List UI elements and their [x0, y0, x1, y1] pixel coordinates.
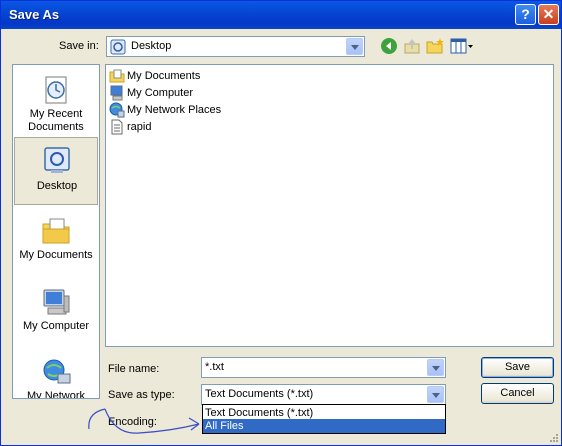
new-folder-icon[interactable]: [426, 37, 444, 55]
resize-grip-icon[interactable]: [549, 433, 559, 443]
place-my-documents[interactable]: My Documents: [14, 209, 98, 277]
place-label: Desktop: [36, 180, 78, 192]
file-name: My Documents: [127, 70, 201, 82]
save-as-dialog: Save As ? ✕ Save in: Desktop My Recent D…: [0, 0, 562, 446]
title-bar[interactable]: Save As ? ✕: [1, 1, 561, 29]
save-as-type-select[interactable]: Text Documents (*.txt): [201, 384, 446, 405]
my-computer-icon: [43, 289, 70, 315]
place-my-network[interactable]: My Network: [14, 350, 98, 399]
text-file-icon: [111, 119, 123, 135]
place-label: My Documents: [19, 249, 93, 261]
place-my-computer[interactable]: My Computer: [14, 280, 98, 348]
place-label: My Network: [26, 390, 86, 399]
my-documents-icon: [42, 218, 70, 244]
file-list[interactable]: My Documents My Computer My Network Plac…: [105, 64, 554, 347]
my-network-icon: [43, 359, 71, 384]
help-button[interactable]: ?: [515, 4, 536, 25]
recent-documents-icon: [45, 76, 67, 104]
place-label: My Computer: [22, 320, 90, 332]
back-arrow-icon[interactable]: [380, 37, 398, 55]
file-name-value: *.txt: [205, 361, 224, 373]
folder-documents-icon: [109, 69, 125, 83]
dropdown-option-text-documents[interactable]: Text Documents (*.txt): [203, 406, 445, 420]
chevron-down-icon[interactable]: [427, 386, 444, 403]
chevron-down-icon[interactable]: [427, 359, 444, 376]
file-name-label: File name:: [108, 363, 160, 375]
close-button[interactable]: ✕: [538, 4, 559, 25]
dropdown-option-all-files[interactable]: All Files: [203, 419, 445, 433]
place-recent-documents[interactable]: My Recent Documents: [14, 68, 98, 136]
file-name: rapid: [127, 121, 152, 133]
places-bar: My Recent Documents Desktop My Documents: [12, 64, 100, 399]
save-as-type-value: Text Documents (*.txt): [205, 388, 314, 400]
network-places-icon: [109, 102, 125, 118]
up-folder-icon[interactable]: [403, 37, 421, 55]
annotation-arrow: [88, 408, 200, 434]
save-in-combo[interactable]: Desktop: [106, 36, 365, 57]
place-label: My Recent Documents: [28, 108, 84, 133]
dialog-title: Save As: [9, 7, 60, 22]
save-in-label: Save in:: [59, 40, 99, 52]
save-in-value: Desktop: [131, 40, 172, 52]
view-menu-icon[interactable]: [450, 37, 474, 55]
chevron-down-icon[interactable]: [346, 38, 363, 55]
file-name: My Computer: [127, 87, 194, 99]
cancel-button[interactable]: Cancel: [481, 383, 554, 404]
computer-icon: [110, 85, 123, 101]
file-name: My Network Places: [127, 104, 222, 116]
save-button[interactable]: Save: [481, 357, 554, 378]
desktop-icon: [44, 147, 70, 173]
place-desktop[interactable]: Desktop: [14, 137, 98, 205]
desktop-small-icon: [110, 39, 126, 55]
save-as-type-dropdown[interactable]: Text Documents (*.txt) All Files: [202, 404, 446, 434]
file-name-input[interactable]: *.txt: [201, 357, 446, 378]
